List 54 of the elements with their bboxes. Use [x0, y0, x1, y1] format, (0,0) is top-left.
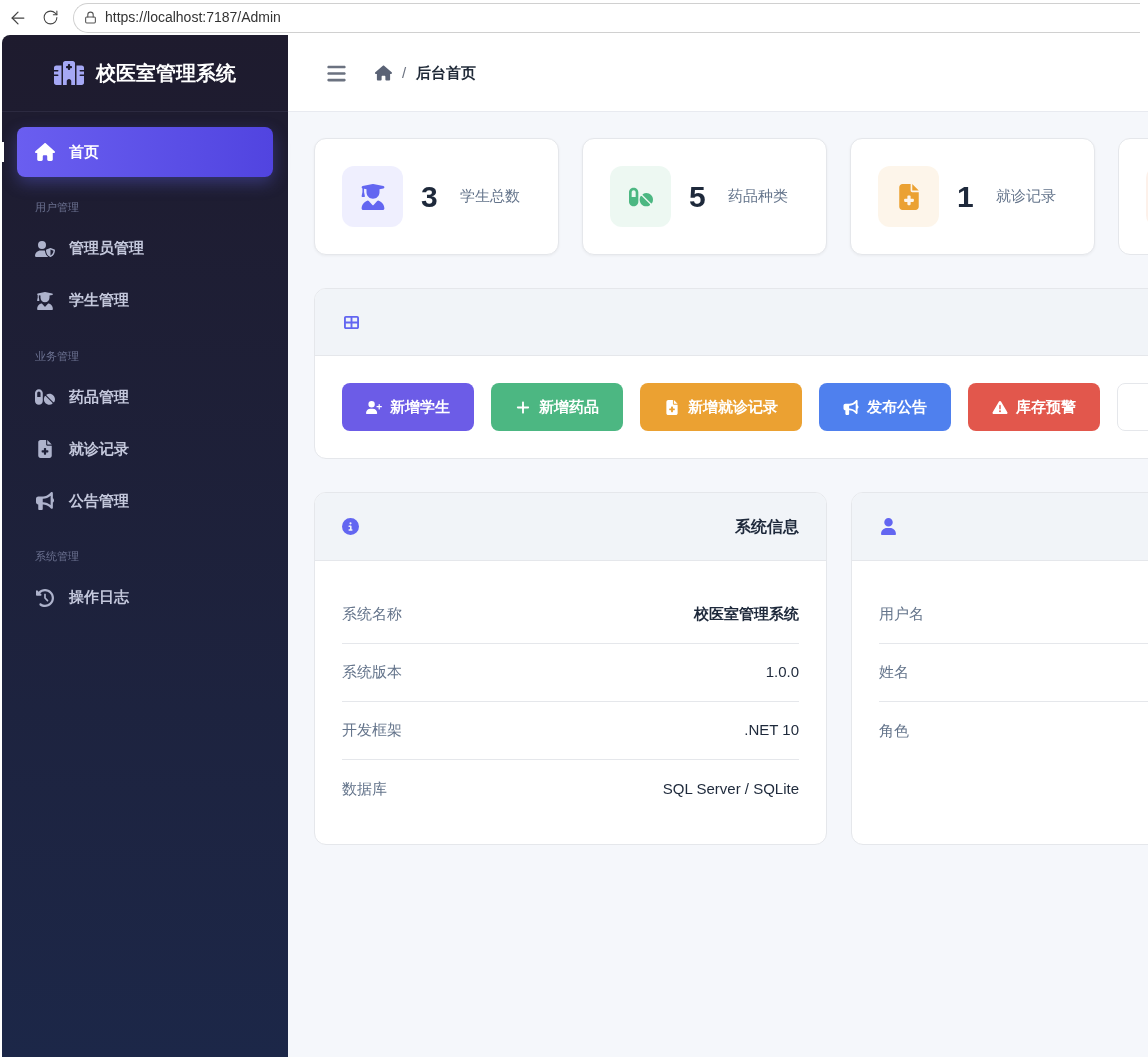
reload-icon[interactable] [42, 9, 59, 26]
stat-value: 5 [689, 179, 706, 215]
nav-section-heading: 系统管理 [34, 549, 80, 564]
nav-section-heading: 业务管理 [34, 348, 80, 364]
info-value: 1.0.0 [765, 662, 799, 683]
stat-label: 就诊记录 [995, 186, 1056, 207]
lock-icon [84, 11, 97, 24]
info-label: 开发框架 [342, 720, 402, 741]
url-text: https://localhost:7187/Admin [105, 8, 281, 27]
quick-action-button[interactable]: 库存预警 [968, 383, 1100, 431]
hospital-icon [54, 60, 84, 86]
info-value: 校医室管理系统 [694, 604, 799, 625]
sidebar-item[interactable]: 就诊记录 [17, 424, 273, 474]
home-icon[interactable] [375, 65, 392, 81]
info-icon [342, 518, 359, 535]
info-label: 姓名 [879, 662, 909, 683]
megaphone-icon [35, 492, 55, 510]
sidebar-item[interactable]: 管理员管理 [17, 223, 273, 274]
sidebar-item[interactable]: 操作日志 [17, 572, 273, 623]
user-icon [881, 518, 896, 535]
grid-icon [344, 314, 359, 330]
sidebar-item[interactable]: 首页 [17, 127, 273, 177]
info-value: SQL Server / SQLite [662, 778, 799, 799]
card-title: 系统信息 [735, 516, 799, 537]
user-plus-icon [366, 399, 382, 415]
home-icon [35, 143, 55, 161]
stat-label: 学生总数 [459, 186, 520, 207]
sidebar-item[interactable]: 公告管理 [17, 476, 273, 526]
info-label: 数据库 [342, 778, 387, 799]
breadcrumb-current: 后台首页 [416, 62, 477, 83]
sidebar-item[interactable]: 学生管理 [17, 275, 273, 326]
breadcrumb-separator: / [402, 62, 407, 83]
sidebar-item[interactable]: 药品管理 [17, 372, 273, 422]
medical-file-icon [35, 440, 55, 458]
quick-action-button[interactable]: 发布公告 [819, 383, 951, 431]
info-label: 系统版本 [342, 662, 402, 683]
warning-icon [992, 399, 1008, 415]
info-label: 用户名 [879, 604, 924, 625]
quick-action-button[interactable]: 新增学生 [342, 383, 474, 431]
app-title: 校医室管理系统 [96, 61, 236, 86]
graduate-icon [35, 291, 55, 310]
megaphone-icon [843, 399, 859, 415]
history-icon [35, 588, 55, 607]
pills-icon [35, 388, 55, 406]
nav-section-heading: 用户管理 [34, 200, 80, 215]
info-value: .NET 10 [744, 720, 799, 741]
stat-value: 1 [957, 179, 974, 215]
stat-label: 药品种类 [727, 186, 788, 207]
info-label: 角色 [879, 720, 909, 741]
stat-value: 3 [421, 179, 438, 215]
user-shield-icon [35, 239, 55, 258]
medical-file-icon [664, 399, 680, 415]
info-label: 系统名称 [342, 604, 402, 625]
plus-icon [515, 399, 531, 415]
